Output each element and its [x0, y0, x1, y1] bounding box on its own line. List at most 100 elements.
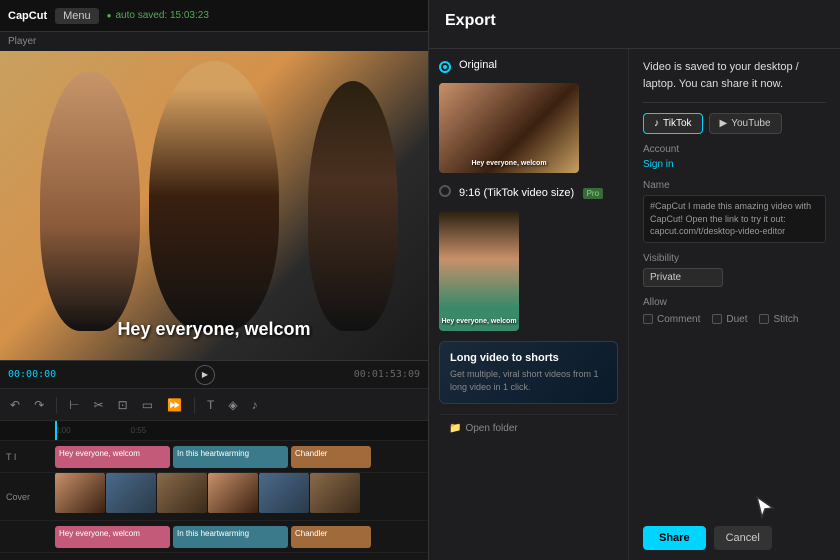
- allow-options: Comment Duet Stitch: [643, 314, 826, 325]
- tab-youtube[interactable]: ▶ YouTube: [709, 113, 782, 134]
- export-header: Export: [429, 0, 840, 49]
- export-share-panel: Video is saved to your desktop / laptop.…: [629, 49, 840, 560]
- editor-panel: CapCut Menu auto saved: 15:03:23 Player …: [0, 0, 428, 560]
- crop-icon[interactable]: ▭: [138, 396, 157, 414]
- allow-comment[interactable]: Comment: [643, 314, 700, 325]
- speed-icon[interactable]: ⏩: [163, 396, 186, 414]
- cover-label: Cover: [6, 492, 30, 502]
- allow-stitch[interactable]: Stitch: [759, 314, 798, 325]
- allow-section: Allow Comment Duet Stitch: [643, 297, 826, 325]
- color-icon[interactable]: ◈: [224, 396, 241, 414]
- long-video-desc: Get multiple, viral short videos from 1 …: [450, 368, 607, 393]
- platform-tabs: ♪ TikTok ▶ YouTube: [643, 113, 826, 134]
- thumb-img-5: [259, 473, 309, 513]
- name-label: Name: [643, 180, 826, 191]
- clip-3-2[interactable]: In this heartwarming: [173, 526, 288, 548]
- playhead[interactable]: [55, 421, 57, 440]
- menu-button[interactable]: Menu: [55, 8, 99, 24]
- split-icon[interactable]: ⊢: [65, 396, 83, 414]
- comment-checkbox[interactable]: [643, 314, 653, 324]
- clip-1-2[interactable]: In this heartwarming: [173, 446, 288, 468]
- name-value[interactable]: #CapCut I made this amazing video with C…: [643, 195, 826, 243]
- export-title: Export: [445, 12, 824, 30]
- tick-2: 0:55: [131, 426, 147, 435]
- radio-original[interactable]: [439, 61, 451, 73]
- preview-tiktok-img: [439, 211, 519, 331]
- auto-saved-status: auto saved: 15:03:23: [107, 10, 209, 21]
- clip-3-3[interactable]: Chandler: [291, 526, 371, 548]
- tick-1: 0:00: [55, 426, 71, 435]
- folder-icon: 📁: [449, 423, 461, 434]
- radio-tiktok[interactable]: [439, 185, 451, 197]
- audio-icon[interactable]: ♪: [248, 396, 262, 414]
- sign-in-link[interactable]: Sign in: [643, 159, 826, 170]
- toolbar-divider-2: [194, 397, 195, 413]
- duet-checkbox[interactable]: [712, 314, 722, 324]
- redo-icon[interactable]: ↷: [30, 396, 48, 414]
- track-row-3: Hey everyone, welcom In this heartwarmin…: [0, 521, 428, 553]
- stitch-label: Stitch: [773, 314, 798, 325]
- trim-icon[interactable]: ✂: [90, 396, 108, 414]
- tiktok-logo-icon: ♪: [654, 118, 659, 129]
- thumb-img-6: [310, 473, 360, 513]
- video-thumbnails: [55, 473, 428, 513]
- export-formats-panel: Original Hey everyone, welcom 9:16 (TikT…: [429, 49, 629, 560]
- clip-3-1[interactable]: Hey everyone, welcom: [55, 526, 170, 548]
- format-option-tiktok[interactable]: 9:16 (TikTok video size) Pro: [439, 183, 618, 201]
- share-button[interactable]: Share: [643, 526, 706, 550]
- stitch-checkbox[interactable]: [759, 314, 769, 324]
- track-content-1[interactable]: Hey everyone, welcom In this heartwarmin…: [55, 441, 428, 472]
- name-field: Name #CapCut I made this amazing video w…: [643, 180, 826, 243]
- bottom-actions: Share Cancel: [643, 518, 826, 550]
- video-track-row: Cover: [0, 473, 428, 521]
- clip-1-3[interactable]: Chandler: [291, 446, 371, 468]
- pro-badge: Pro: [583, 188, 603, 199]
- person-right: [308, 81, 398, 331]
- thumb-img-3: [157, 473, 207, 513]
- thumb-img-4: [208, 473, 258, 513]
- track-content-3[interactable]: Hey everyone, welcom In this heartwarmin…: [55, 521, 428, 552]
- player-label: Player: [0, 32, 428, 51]
- export-actions: 📁 Open folder: [439, 414, 618, 442]
- toolbar-divider: [56, 397, 57, 413]
- timeline-area: 0:00 0:55 T I Hey everyone, welcom In th…: [0, 420, 428, 560]
- account-label: Account: [643, 144, 826, 155]
- tab-tiktok[interactable]: ♪ TikTok: [643, 113, 703, 134]
- top-bar: CapCut Menu auto saved: 15:03:23: [0, 0, 428, 32]
- track-row-1: T I Hey everyone, welcom In this heartwa…: [0, 441, 428, 473]
- person-left: [40, 71, 140, 331]
- thumb-3: [157, 473, 207, 513]
- open-folder-button[interactable]: 📁 Open folder: [449, 423, 518, 434]
- format-option-original[interactable]: Original: [439, 59, 618, 73]
- thumb-4: [208, 473, 258, 513]
- visibility-select[interactable]: Private: [643, 268, 723, 287]
- open-folder-label: Open folder: [465, 423, 517, 434]
- format-label-original: Original: [459, 59, 497, 71]
- format-label-tiktok: 9:16 (TikTok video size): [459, 187, 574, 199]
- undo-icon[interactable]: ↶: [6, 396, 24, 414]
- play-button[interactable]: ▶: [195, 365, 215, 385]
- thumb-2: [106, 473, 156, 513]
- thumb-img-2: [106, 473, 156, 513]
- current-time: 00:00:00: [8, 369, 56, 380]
- allow-duet[interactable]: Duet: [712, 314, 747, 325]
- video-track-label: Cover: [0, 492, 55, 502]
- total-time: 00:01:53:09: [354, 369, 420, 380]
- clip-1-1[interactable]: Hey everyone, welcom: [55, 446, 170, 468]
- thumb-1: [55, 473, 105, 513]
- timeline-header: 0:00 0:55: [0, 421, 428, 441]
- video-track-content[interactable]: [55, 473, 428, 520]
- toolbar: ↶ ↷ ⊢ ✂ ⊡ ▭ ⏩ T ◈ ♪: [0, 388, 428, 420]
- person-center: [149, 61, 279, 331]
- visibility-label: Visibility: [643, 253, 826, 264]
- delete-icon[interactable]: ⊡: [114, 396, 132, 414]
- thumb-5: [259, 473, 309, 513]
- app-logo: CapCut: [8, 10, 47, 22]
- allow-label: Allow: [643, 297, 826, 308]
- preview-original: Hey everyone, welcom: [439, 83, 579, 173]
- duet-label: Duet: [726, 314, 747, 325]
- cancel-button[interactable]: Cancel: [714, 526, 772, 550]
- long-video-card[interactable]: Long video to shorts Get multiple, viral…: [439, 341, 618, 404]
- thumb-img-1: [55, 473, 105, 513]
- text-icon[interactable]: T: [203, 396, 218, 414]
